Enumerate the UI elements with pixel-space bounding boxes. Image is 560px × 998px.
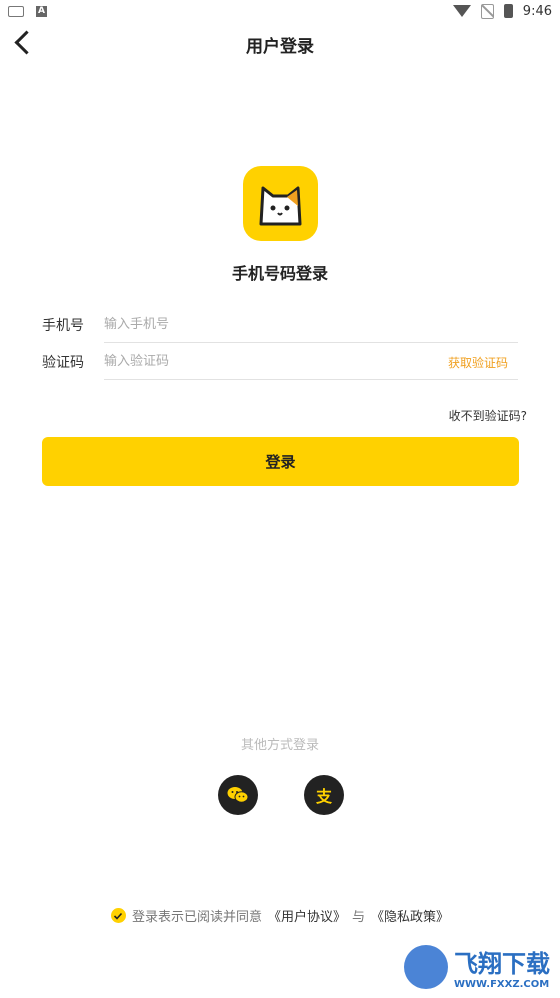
phone-label: 手机号: [42, 318, 84, 334]
keyboard-icon: [8, 5, 24, 17]
code-input[interactable]: [104, 348, 384, 374]
alipay-icon: 支: [315, 787, 332, 806]
login-heading: 手机号码登录: [231, 264, 328, 283]
agree-checkbox[interactable]: [110, 908, 126, 923]
wechat-icon: [227, 787, 249, 803]
no-sim-icon: [480, 3, 494, 19]
phone-row: 手机号: [42, 307, 518, 343]
alipay-login-button[interactable]: 支: [304, 775, 344, 815]
get-code-button[interactable]: 获取验证码: [448, 354, 508, 371]
code-row: 验证码 获取验证码: [42, 344, 518, 380]
wifi-icon: [452, 5, 471, 17]
code-label: 验证码: [42, 355, 84, 371]
watermark-text: 飞翔下载: [454, 950, 550, 978]
app-logo: [243, 166, 318, 241]
other-login-title: 其他方式登录: [240, 738, 319, 753]
check-icon: [114, 912, 123, 920]
code-divider: [104, 379, 518, 380]
watermark-sub: WWW.FXXZ.COM: [454, 979, 550, 990]
status-time: 9:46: [522, 3, 552, 19]
agreement: 登录表示已阅读并同意 《用户协议》 与 《隐私政策》: [0, 906, 560, 925]
agreement-text: 登录表示已阅读并同意: [131, 910, 262, 925]
login-button[interactable]: 登录: [42, 437, 519, 486]
page-title: 用户登录: [246, 37, 314, 57]
watermark: 飞翔下载 WWW.FXXZ.COM: [404, 944, 550, 990]
cat-icon: [259, 186, 302, 226]
a-icon: A: [36, 5, 47, 17]
phone-input[interactable]: [104, 311, 444, 337]
watermark-logo-icon: [404, 945, 448, 989]
battery-icon: [503, 4, 513, 18]
wechat-login-button[interactable]: [218, 775, 258, 815]
no-code-link[interactable]: 收不到验证码?: [449, 407, 527, 424]
agreement-and: 与: [352, 910, 366, 925]
privacy-policy-link[interactable]: 《隐私政策》: [371, 906, 449, 925]
status-bar: A 9:46: [0, 0, 560, 22]
header: 用户登录: [0, 24, 560, 64]
user-agreement-link[interactable]: 《用户协议》: [268, 906, 346, 925]
phone-divider: [104, 342, 518, 343]
